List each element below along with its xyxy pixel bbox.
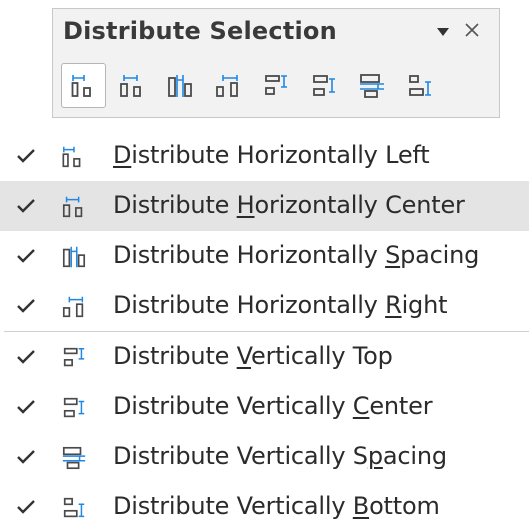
distribute-vertically-center-button[interactable] [301,63,346,108]
toolbar-button-row [61,63,442,108]
menu-item-distribute-vertically-center[interactable]: Distribute Vertically Center [0,382,529,432]
checkmark-icon [17,149,35,163]
distribute-vertically-spacing-icon [62,446,86,470]
distribute-vertically-spacing-icon [359,73,384,98]
distribute-selection-toolbar: Distribute Selection [52,8,500,118]
distribute-vertically-bottom-icon [63,497,85,518]
distribute-horizontally-left-icon [71,74,91,97]
menu-item-distribute-vertically-top[interactable]: Distribute Vertically Top [0,332,529,382]
menu-item-label: Distribute Horizontally Right [113,291,448,319]
distribute-horizontally-center-icon [62,196,83,218]
menu-item-label: Distribute Horizontally Center [113,191,465,219]
distribute-horizontally-right-icon [215,74,238,97]
distribute-vertically-top-icon [264,74,287,95]
toolbar-dropdown-arrow-icon[interactable] [437,28,449,36]
menu-item-label: Distribute Horizontally Spacing [113,241,480,269]
distribute-vertically-center-icon [312,74,335,96]
distribute-horizontally-right-icon [62,296,84,318]
menu-item-distribute-vertically-bottom[interactable]: Distribute Vertically Bottom [0,482,529,532]
distribute-horizontally-left-icon [62,146,81,168]
distribute-horizontally-spacing-icon [62,246,86,268]
menu-item-label: Distribute Vertically Center [113,392,433,420]
distribute-vertically-top-button[interactable] [253,63,298,108]
distribute-menu: Distribute Horizontally Left Distribute … [0,131,529,532]
distribute-vertically-center-icon [63,397,85,418]
menu-item-label: Distribute Horizontally Left [113,141,430,169]
checkmark-icon [17,299,35,313]
distribute-horizontally-spacing-icon [167,74,192,97]
distribute-vertically-top-icon [63,347,85,367]
distribute-vertically-bottom-icon [408,74,431,96]
checkmark-icon [17,450,35,464]
distribute-vertically-spacing-button[interactable] [349,63,394,108]
close-icon[interactable] [464,22,480,38]
menu-item-distribute-horizontally-right[interactable]: Distribute Horizontally Right [0,281,529,331]
checkmark-icon [17,249,35,263]
distribute-horizontally-left-button[interactable] [61,63,106,108]
menu-item-label: Distribute Vertically Bottom [113,492,440,520]
checkmark-icon [17,199,35,213]
distribute-vertically-bottom-button[interactable] [397,63,442,108]
menu-item-distribute-horizontally-left[interactable]: Distribute Horizontally Left [0,131,529,181]
menu-item-distribute-horizontally-center[interactable]: Distribute Horizontally Center [0,181,529,231]
checkmark-icon [17,500,35,514]
toolbar-title: Distribute Selection [63,17,337,45]
distribute-horizontally-spacing-button[interactable] [157,63,202,108]
checkmark-icon [17,350,35,364]
menu-item-distribute-vertically-spacing[interactable]: Distribute Vertically Spacing [0,432,529,482]
distribute-horizontally-center-icon [119,74,141,97]
menu-item-label: Distribute Vertically Top [113,342,393,370]
checkmark-icon [17,400,35,414]
distribute-horizontally-right-button[interactable] [205,63,250,108]
menu-item-distribute-horizontally-spacing[interactable]: Distribute Horizontally Spacing [0,231,529,281]
distribute-horizontally-center-button[interactable] [109,63,154,108]
menu-item-label: Distribute Vertically Spacing [113,442,447,470]
